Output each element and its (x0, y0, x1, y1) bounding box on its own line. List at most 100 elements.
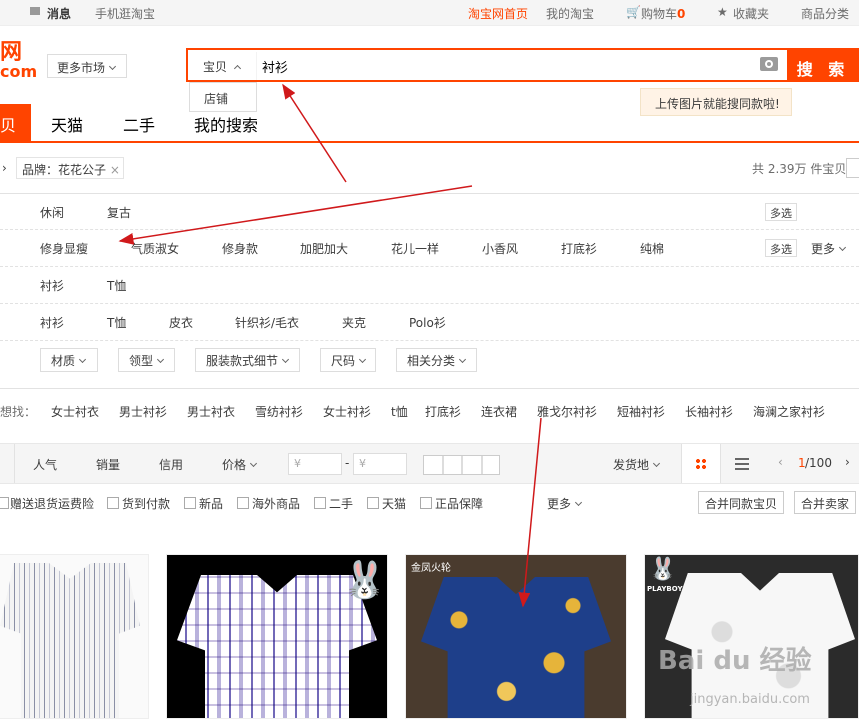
related-link[interactable]: 雪纺衬衫 (255, 403, 303, 420)
ship-from-select[interactable]: 发货地 (613, 456, 661, 473)
multi-select-button[interactable]: 多选 (765, 203, 797, 221)
messages-link[interactable]: 消息 (47, 5, 71, 22)
search-input[interactable]: 衬衫 (262, 57, 288, 76)
sort-price[interactable]: 价格 (222, 456, 258, 473)
sort-credit[interactable]: 信用 (159, 456, 183, 473)
filter-option[interactable]: 夹克 (342, 314, 366, 331)
list-view-icon[interactable] (735, 458, 749, 470)
style-detail-select[interactable]: 服装款式细节 (195, 348, 300, 372)
total-pages: /100 (805, 456, 832, 470)
merge-seller-button[interactable]: 合并卖家 (794, 491, 857, 514)
related-link[interactable]: 雅戈尔衬衫 (537, 403, 597, 420)
tab-all[interactable]: 贝 (0, 104, 31, 142)
more-markets-label: 更多市场 (57, 61, 106, 75)
search-type-select[interactable]: 宝贝 (189, 52, 257, 80)
filter-option[interactable]: T恤 (107, 314, 126, 331)
filter-option[interactable]: 修身显瘦 (40, 240, 88, 257)
merge-same-button[interactable]: 合并同款宝贝 (698, 491, 785, 514)
chevron-down-icon (458, 355, 467, 364)
checkbox-overseas[interactable] (237, 497, 249, 509)
related-label: 想找： (0, 405, 37, 419)
product-badge: PLAYBOY (647, 585, 683, 593)
camera-icon[interactable] (760, 57, 778, 71)
related-link[interactable]: 男士衬衣 (187, 403, 235, 420)
collapse-button[interactable] (846, 158, 859, 178)
chevron-down-icon (78, 355, 87, 364)
product-image (0, 563, 140, 718)
checkbox-cod[interactable] (107, 497, 119, 509)
product-image (421, 577, 611, 718)
more-markets-button[interactable]: 更多市场 (47, 54, 127, 78)
related-link[interactable]: 女士衬衫 (323, 403, 371, 420)
related-link[interactable]: 女士衬衣 (51, 403, 99, 420)
filter-option[interactable]: T恤 (107, 277, 126, 294)
sort-sales[interactable]: 销量 (96, 456, 120, 473)
chevron-right-icon: › (2, 161, 7, 175)
search-button[interactable]: 搜 索 (787, 48, 859, 82)
checkbox-label: 正品保障 (435, 497, 484, 511)
watermark-url: jingyan.baidu.com (690, 692, 810, 707)
prev-page-icon[interactable]: ‹ (778, 455, 783, 469)
playboy-bunny-icon: 🐰 (342, 560, 387, 601)
filter-option[interactable]: 复古 (107, 204, 131, 221)
filter-option[interactable]: 气质淑女 (131, 240, 179, 257)
filter-option[interactable]: 花儿一样 (391, 240, 439, 257)
brand-filter-tag[interactable]: 品牌：花花公子 × (16, 157, 124, 179)
chevron-down-icon (574, 498, 583, 507)
taobao-home-link[interactable]: 淘宝网首页 (468, 5, 528, 22)
favorites-link[interactable]: 收藏夹 (733, 5, 769, 22)
chevron-down-icon (652, 459, 661, 468)
checkbox-secondhand[interactable] (314, 497, 326, 509)
related-link[interactable]: t恤 (391, 403, 408, 420)
checkbox-freight-insurance[interactable] (0, 497, 9, 509)
checkbox-tmall[interactable] (367, 497, 379, 509)
categories-link[interactable]: 商品分类 (801, 5, 849, 22)
filter-option[interactable]: 修身款 (222, 240, 258, 257)
filter-option[interactable]: 休闲 (40, 204, 64, 221)
filter-option[interactable]: 小香风 (482, 240, 518, 257)
filter-option[interactable]: 加肥加大 (300, 240, 348, 257)
related-link[interactable]: 短袖衬衫 (617, 403, 665, 420)
filter-option[interactable]: 打底衫 (561, 240, 597, 257)
product-card[interactable] (0, 554, 149, 719)
taobao-logo[interactable]: 网 com (0, 42, 37, 80)
cart-link[interactable]: 购物车0 (641, 5, 685, 22)
multi-select-button[interactable]: 多选 (765, 239, 797, 257)
filter-option[interactable]: 皮衣 (169, 314, 193, 331)
close-icon[interactable]: × (110, 163, 120, 177)
product-card[interactable]: 🐰 (166, 554, 388, 719)
collar-select[interactable]: 领型 (118, 348, 175, 372)
filter-option[interactable]: Polo衫 (409, 314, 446, 331)
mobile-link[interactable]: 手机逛淘宝 (95, 5, 155, 22)
related-link[interactable]: 男士衬衫 (119, 403, 167, 420)
tab-my-search[interactable]: 我的搜索 (194, 112, 258, 136)
checkbox-label: 海外商品 (252, 497, 301, 511)
checkbox-new[interactable] (184, 497, 196, 509)
search-type-option-shop[interactable]: 店铺 (189, 82, 257, 112)
related-link[interactable]: 海澜之家衬衫 (753, 403, 825, 420)
related-link[interactable]: 打底衫 (425, 403, 461, 420)
min-price-input[interactable]: ¥ (288, 453, 342, 475)
price-range-histogram[interactable] (423, 455, 500, 475)
max-price-input[interactable]: ¥ (353, 453, 407, 475)
related-category-select[interactable]: 相关分类 (396, 348, 477, 372)
more-services-button[interactable]: 更多 (547, 495, 583, 512)
filter-row-type: 衬衫 T恤 皮衣 针织衫/毛衣 夹克 Polo衫 (0, 304, 859, 341)
my-taobao-link[interactable]: 我的淘宝 (546, 5, 594, 22)
sort-popularity[interactable]: 人气 (33, 456, 57, 473)
tab-secondhand[interactable]: 二手 (123, 112, 155, 136)
chevron-up-icon (233, 64, 242, 73)
checkbox-genuine[interactable] (420, 497, 432, 509)
next-page-icon[interactable]: › (845, 455, 850, 469)
filter-option[interactable]: 针织衫/毛衣 (235, 314, 299, 331)
more-options-button[interactable]: 更多 (811, 240, 847, 257)
tab-tmall[interactable]: 天猫 (51, 112, 83, 136)
filter-option[interactable]: 衬衫 (40, 277, 64, 294)
filter-option[interactable]: 衬衫 (40, 314, 64, 331)
product-card[interactable]: 金凤火轮 (405, 554, 627, 719)
related-link[interactable]: 连衣裙 (481, 403, 517, 420)
related-link[interactable]: 长袖衬衫 (685, 403, 733, 420)
size-select[interactable]: 尺码 (320, 348, 376, 372)
material-select[interactable]: 材质 (40, 348, 98, 372)
filter-option[interactable]: 纯棉 (640, 240, 664, 257)
